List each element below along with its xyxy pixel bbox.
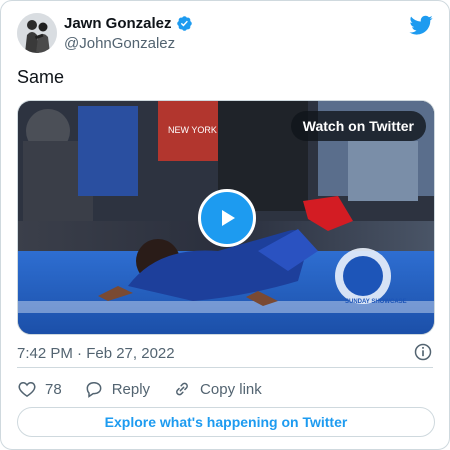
watch-on-twitter-button[interactable]: Watch on Twitter <box>290 111 426 141</box>
explore-twitter-button[interactable]: Explore what's happening on Twitter <box>17 407 435 437</box>
heart-icon <box>18 381 36 397</box>
like-count: 78 <box>45 380 62 398</box>
video-media[interactable]: NEW YORK SUNDAY SHOWCASE Watch on Twitte… <box>17 100 435 335</box>
twitter-bird-icon[interactable] <box>409 13 433 37</box>
avatar[interactable] <box>17 13 57 53</box>
tweet-embed-card: Jawn Gonzalez @JohnGonzalez Same NEW YOR… <box>0 0 450 450</box>
reply-button[interactable]: Reply <box>84 379 150 399</box>
copy-link-button[interactable]: Copy link <box>172 379 262 399</box>
svg-text:SUNDAY SHOWCASE: SUNDAY SHOWCASE <box>345 299 407 305</box>
link-icon <box>176 382 188 396</box>
play-icon <box>222 210 235 226</box>
svg-text:NEW YORK: NEW YORK <box>168 125 217 135</box>
copy-link-label: Copy link <box>200 380 262 398</box>
author-handle[interactable]: @JohnGonzalez <box>64 35 175 52</box>
like-button[interactable]: 78 <box>17 379 62 399</box>
author-name[interactable]: Jawn Gonzalez <box>64 15 172 32</box>
divider <box>17 367 433 368</box>
reply-icon <box>86 382 102 398</box>
verified-badge-icon <box>176 16 192 31</box>
tweet-timestamp[interactable]: 7:42 PM · Feb 27, 2022 <box>17 345 175 362</box>
reply-label: Reply <box>111 380 151 398</box>
tweet-actions: 78 Reply Copy link <box>17 377 284 401</box>
play-button[interactable] <box>198 189 256 247</box>
info-icon[interactable] <box>413 342 433 362</box>
tweet-text: Same <box>17 67 65 87</box>
